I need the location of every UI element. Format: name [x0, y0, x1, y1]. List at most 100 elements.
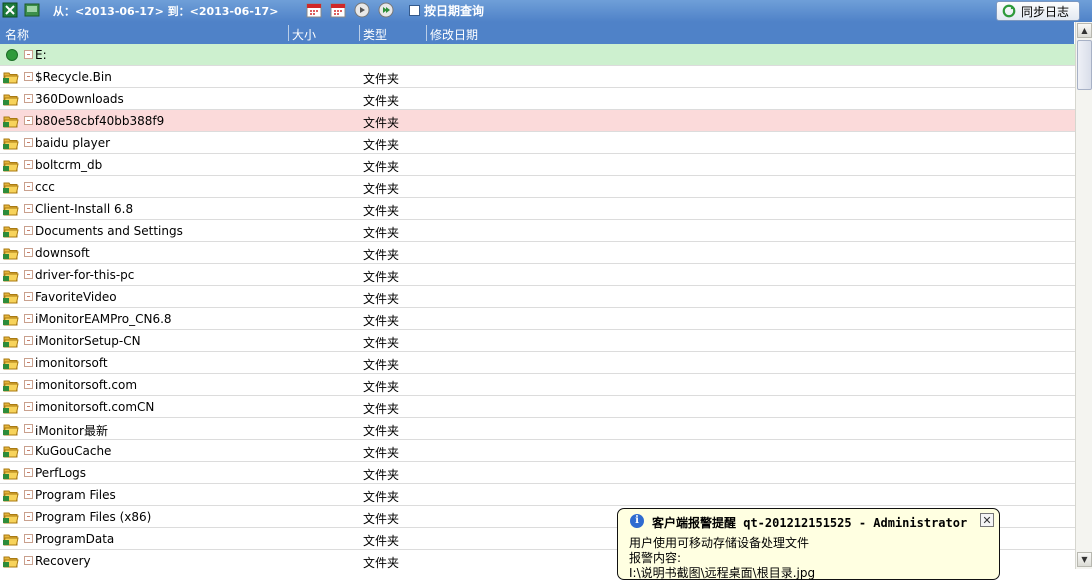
- folder-icon: [3, 72, 19, 84]
- alert-file-path: I:\说明书截图\远程桌面\根目录.jpg: [629, 566, 816, 580]
- expand-icon[interactable]: [24, 226, 33, 235]
- close-icon[interactable]: ✕: [980, 513, 994, 527]
- expand-icon[interactable]: [24, 424, 33, 433]
- column-divider[interactable]: [426, 25, 427, 41]
- expand-icon[interactable]: [24, 138, 33, 147]
- expand-icon[interactable]: [24, 534, 33, 543]
- calendar-start-icon[interactable]: [306, 2, 322, 18]
- list-item[interactable]: $Recycle.Bin 文件夹: [0, 66, 1075, 88]
- folder-icon: [3, 248, 19, 260]
- list-item[interactable]: imonitorsoft.com 文件夹: [0, 374, 1075, 396]
- sync-log-label: 同步日志: [1021, 5, 1070, 19]
- folder-icon: [3, 490, 19, 502]
- scroll-up-button[interactable]: ▲: [1077, 23, 1092, 38]
- list-item[interactable]: baidu player 文件夹: [0, 132, 1075, 154]
- scrollbar-thumb[interactable]: [1077, 40, 1092, 90]
- expand-icon[interactable]: [24, 248, 33, 257]
- list-item[interactable]: Client-Install 6.8 文件夹: [0, 198, 1075, 220]
- folder-type: 文件夹: [363, 160, 400, 174]
- folder-type: 文件夹: [363, 248, 400, 262]
- folder-name: iMonitorSetup-CN: [35, 334, 141, 348]
- vertical-scrollbar[interactable]: ▲ ▼: [1075, 22, 1092, 569]
- list-item[interactable]: ccc 文件夹: [0, 176, 1075, 198]
- folder-name: Recovery: [35, 554, 91, 568]
- file-list: E: $Recycle.Bin 文件夹 360Downloads 文件夹 b80e58c…: [0, 44, 1075, 569]
- list-item[interactable]: Program Files 文件夹: [0, 484, 1075, 506]
- expand-icon[interactable]: [24, 292, 33, 301]
- expand-icon[interactable]: [24, 468, 33, 477]
- expand-icon[interactable]: [24, 402, 33, 411]
- list-item[interactable]: driver-for-this-pc 文件夹: [0, 264, 1075, 286]
- list-item[interactable]: b80e58cbf40bb388f9 文件夹: [0, 110, 1075, 132]
- folder-name: Documents and Settings: [35, 224, 183, 238]
- folder-type: 文件夹: [363, 204, 400, 218]
- list-item[interactable]: FavoriteVideo 文件夹: [0, 286, 1075, 308]
- alert-balloon[interactable]: i 客户端报警提醒 qt-201212151525 - Administrato…: [617, 508, 1000, 580]
- column-divider[interactable]: [288, 25, 289, 41]
- folder-type: 文件夹: [363, 534, 400, 548]
- expand-icon[interactable]: [24, 50, 33, 59]
- list-item[interactable]: boltcrm_db 文件夹: [0, 154, 1075, 176]
- list-item[interactable]: iMonitorSetup-CN 文件夹: [0, 330, 1075, 352]
- export-image-icon[interactable]: [24, 2, 40, 18]
- folder-name: $Recycle.Bin: [35, 70, 112, 84]
- folder-icon: [3, 226, 19, 238]
- date-query-label: 按日期查询: [424, 4, 485, 18]
- folder-type: 文件夹: [363, 182, 400, 196]
- list-item[interactable]: PerfLogs 文件夹: [0, 462, 1075, 484]
- list-item[interactable]: downsoft 文件夹: [0, 242, 1075, 264]
- info-icon: i: [630, 514, 644, 528]
- folder-name: iMonitorEAMPro_CN6.8: [35, 312, 172, 326]
- excel-export-icon[interactable]: [2, 2, 18, 18]
- expand-icon[interactable]: [24, 160, 33, 169]
- folder-type: 文件夹: [363, 446, 400, 460]
- folder-name: driver-for-this-pc: [35, 268, 135, 282]
- list-item[interactable]: KuGouCache 文件夹: [0, 440, 1075, 462]
- folder-icon: [3, 468, 19, 480]
- scroll-down-button[interactable]: ▼: [1077, 552, 1092, 567]
- play-icon[interactable]: [354, 2, 370, 18]
- drive-row[interactable]: E:: [0, 44, 1075, 66]
- column-divider[interactable]: [359, 25, 360, 41]
- expand-icon[interactable]: [24, 336, 33, 345]
- forward-icon[interactable]: [378, 2, 394, 18]
- column-name[interactable]: 名称: [5, 26, 29, 43]
- folder-name: KuGouCache: [35, 444, 112, 458]
- sync-log-button[interactable]: 同步日志: [996, 1, 1080, 21]
- expand-icon[interactable]: [24, 72, 33, 81]
- expand-icon[interactable]: [24, 116, 33, 125]
- folder-name: Client-Install 6.8: [35, 202, 134, 216]
- list-item[interactable]: imonitorsoft.comCN 文件夹: [0, 396, 1075, 418]
- list-item[interactable]: 360Downloads 文件夹: [0, 88, 1075, 110]
- list-item[interactable]: Documents and Settings 文件夹: [0, 220, 1075, 242]
- expand-icon[interactable]: [24, 380, 33, 389]
- expand-icon[interactable]: [24, 556, 33, 565]
- folder-type: 文件夹: [363, 336, 400, 350]
- list-item[interactable]: iMonitor最新 文件夹: [0, 418, 1075, 440]
- folder-name: FavoriteVideo: [35, 290, 117, 304]
- expand-icon[interactable]: [24, 270, 33, 279]
- folder-name: b80e58cbf40bb388f9: [35, 114, 165, 128]
- sync-icon: [1002, 4, 1016, 18]
- expand-icon[interactable]: [24, 358, 33, 367]
- calendar-end-icon[interactable]: [330, 2, 346, 18]
- folder-icon: [3, 380, 19, 392]
- expand-icon[interactable]: [24, 512, 33, 521]
- folder-icon: [3, 292, 19, 304]
- expand-icon[interactable]: [24, 94, 33, 103]
- column-modified-date[interactable]: 修改日期: [430, 26, 478, 43]
- date-query-checkbox[interactable]: [409, 5, 420, 16]
- list-item[interactable]: iMonitorEAMPro_CN6.8 文件夹: [0, 308, 1075, 330]
- list-item[interactable]: imonitorsoft 文件夹: [0, 352, 1075, 374]
- column-type[interactable]: 类型: [363, 26, 387, 43]
- expand-icon[interactable]: [24, 204, 33, 213]
- folder-icon: [3, 182, 19, 194]
- expand-icon[interactable]: [24, 182, 33, 191]
- expand-icon[interactable]: [24, 314, 33, 323]
- folder-icon: [3, 270, 19, 282]
- folder-type: 文件夹: [363, 490, 400, 504]
- expand-icon[interactable]: [24, 446, 33, 455]
- folder-type: 文件夹: [363, 314, 400, 328]
- column-size[interactable]: 大小: [292, 26, 316, 43]
- expand-icon[interactable]: [24, 490, 33, 499]
